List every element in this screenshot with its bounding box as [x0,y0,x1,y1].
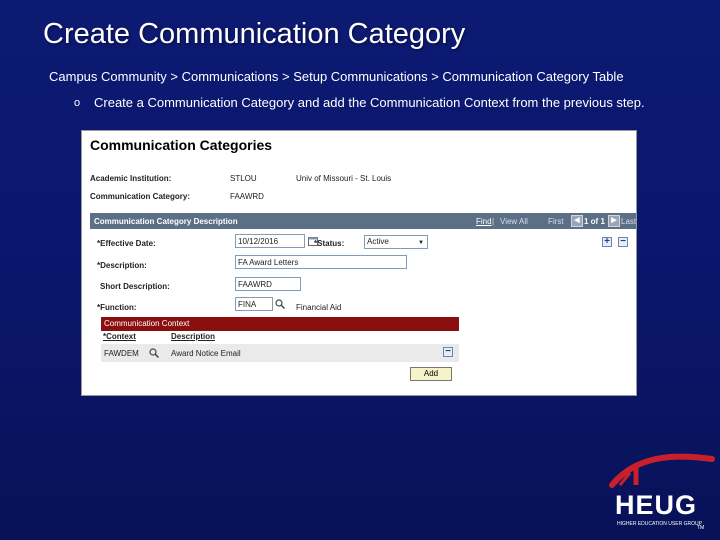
slide-title: Create Communication Category [43,18,466,50]
table-row: FAWDEM Award Notice Email − [101,344,459,362]
link-separator: | [492,217,495,226]
communication-category-value: FAAWRD [230,192,264,201]
logo-text: HEUG [615,490,698,520]
previous-arrow-icon[interactable]: ◀ [571,215,583,227]
status-select[interactable]: Active ▼ [364,235,428,249]
logo-subtitle: HIGHER EDUCATION USER GROUP [617,521,702,527]
description-label: *Description: [97,261,147,270]
first-link[interactable]: First [548,217,564,226]
bullet-item: o Create a Communication Category and ad… [74,95,645,110]
status-label: *Status: [314,239,345,248]
section-title: Communication Category Description [94,217,238,226]
description-section-header: Communication Category Description Find … [90,213,636,229]
effective-date-label: *Effective Date: [97,239,156,248]
lookup-icon[interactable] [275,299,285,309]
bullet-text: Create a Communication Category and add … [94,95,645,110]
context-column-header[interactable]: *Context [103,332,136,341]
delete-row-icon[interactable]: − [443,347,453,357]
lookup-icon[interactable] [149,348,159,358]
academic-institution-label: Academic Institution: [90,174,172,183]
peoplesoft-screenshot: Communication Categories Academic Instit… [81,130,637,396]
last-link[interactable]: Last [621,217,636,226]
row-count: 1 of 1 [584,217,605,226]
short-description-field[interactable]: FAAWRD [235,277,301,291]
find-link[interactable]: Find [476,217,492,226]
chevron-down-icon: ▼ [418,240,424,246]
description-column-header[interactable]: Description [171,332,215,341]
function-label: *Function: [97,303,137,312]
short-description-label: Short Description: [100,282,170,291]
effective-date-field[interactable]: 10/12/2016 [235,234,305,248]
academic-institution-value: STLOU [230,174,257,183]
bullet-marker: o [74,97,81,109]
page-title: Communication Categories [90,137,273,153]
add-row-icon[interactable]: + [602,237,612,247]
navigation-path: Campus Community > Communications > Setu… [49,69,624,84]
status-value: Active [367,237,389,246]
next-arrow-icon[interactable]: ▶ [608,215,620,227]
communication-category-label: Communication Category: [90,192,191,201]
academic-institution-desc: Univ of Missouri - St. Louis [296,174,392,183]
context-value: FAWDEM [104,349,139,358]
add-button[interactable]: Add [410,367,452,381]
description-field[interactable]: FA Award Letters [235,255,407,269]
context-description: Award Notice Email [171,349,241,358]
context-section-header: Communication Context [101,317,459,331]
function-description: Financial Aid [296,303,342,312]
function-field[interactable]: FINA [235,297,273,311]
view-all-link[interactable]: View All [500,217,528,226]
delete-row-icon[interactable]: − [618,237,628,247]
logo-trademark: TM [697,525,705,531]
